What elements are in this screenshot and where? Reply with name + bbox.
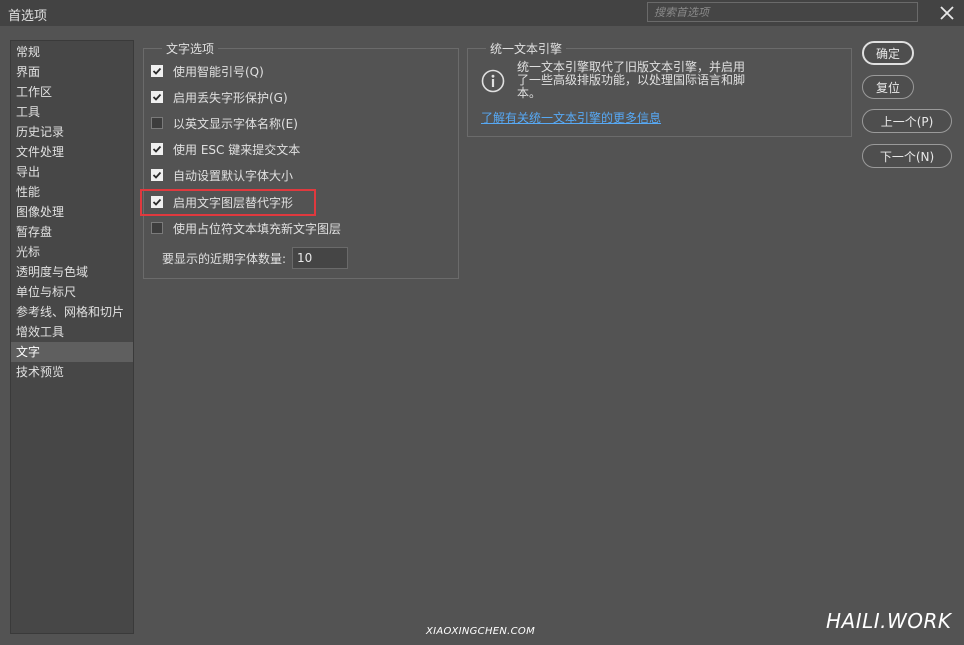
esc-commit-text-label: 使用 ESC 键来提交文本 — [173, 142, 301, 157]
text-engine-description: 统一文本引擎取代了旧版文本引擎，并启用 了一些高级排版功能，以处理国际语言和脚 … — [517, 61, 757, 100]
smart-quotes-label: 使用智能引号(Q) — [173, 64, 264, 79]
type-layer-alternate-glyphs-option[interactable]: 启用文字图层替代字形 — [151, 192, 293, 212]
sidebar-item-history-log[interactable]: 历史记录 — [11, 122, 133, 142]
checkmark-icon — [152, 145, 162, 153]
placeholder-text-checkbox[interactable] — [151, 222, 163, 234]
sidebar-item-plugins[interactable]: 增效工具 — [11, 322, 133, 342]
learn-more-link[interactable]: 了解有关统一文本引擎的更多信息 — [481, 109, 661, 126]
sidebar-item-technology-previews[interactable]: 技术预览 — [11, 362, 133, 382]
description-line: 了一些高级排版功能，以处理国际语言和脚 — [517, 73, 746, 87]
checkmark-icon — [152, 171, 162, 179]
next-button[interactable]: 下一个(N) — [862, 144, 952, 168]
auto-font-size-option[interactable]: 自动设置默认字体大小 — [151, 165, 293, 185]
sidebar-item-cursors[interactable]: 光标 — [11, 242, 133, 262]
watermark-large: HAILI.WORK — [826, 609, 952, 633]
unified-text-engine-legend: 统一文本引擎 — [490, 42, 563, 56]
window-title: 首选项 — [8, 9, 48, 24]
info-icon — [481, 69, 505, 93]
auto-font-size-checkbox[interactable] — [151, 169, 163, 181]
type-layer-alternate-glyphs-checkbox[interactable] — [151, 196, 163, 208]
sidebar-item-file-handling[interactable]: 文件处理 — [11, 142, 133, 162]
sidebar-item-workspace[interactable]: 工作区 — [11, 82, 133, 102]
type-options-legend: 文字选项 — [166, 42, 215, 56]
esc-commit-text-option[interactable]: 使用 ESC 键来提交文本 — [151, 139, 300, 159]
placeholder-text-label: 使用占位符文本填充新文字图层 — [173, 221, 342, 236]
missing-glyph-protection-option[interactable]: 启用丢失字形保护(G) — [151, 87, 288, 107]
checkmark-icon — [152, 93, 162, 101]
type-layer-alternate-glyphs-label: 启用文字图层替代字形 — [173, 195, 294, 210]
english-font-names-label: 以英文显示字体名称(E) — [173, 116, 298, 131]
checkmark-icon — [152, 198, 162, 206]
missing-glyph-protection-label: 启用丢失字形保护(G) — [173, 90, 288, 105]
ok-button[interactable]: 确定 — [862, 41, 914, 65]
title-bar: 首选项 — [0, 0, 964, 26]
sidebar-item-type[interactable]: 文字 — [11, 342, 133, 362]
auto-font-size-label: 自动设置默认字体大小 — [173, 168, 294, 183]
sidebar-item-scratch-disks[interactable]: 暂存盘 — [11, 222, 133, 242]
sidebar-item-units-rulers[interactable]: 单位与标尺 — [11, 282, 133, 302]
smart-quotes-checkbox[interactable] — [151, 65, 163, 77]
english-font-names-checkbox[interactable] — [151, 117, 163, 129]
recent-fonts-row: 要显示的近期字体数量: — [162, 247, 349, 269]
english-font-names-option[interactable]: 以英文显示字体名称(E) — [151, 113, 298, 133]
search-input[interactable] — [647, 2, 918, 22]
placeholder-text-option[interactable]: 使用占位符文本填充新文字图层 — [151, 218, 341, 238]
close-icon — [940, 6, 954, 20]
reset-button[interactable]: 复位 — [862, 75, 914, 99]
sidebar-item-transparency-gamut[interactable]: 透明度与色域 — [11, 262, 133, 282]
sidebar-item-export[interactable]: 导出 — [11, 162, 133, 182]
sidebar-item-image-processing[interactable]: 图像处理 — [11, 202, 133, 222]
watermark-small: XIAOXINGCHEN.COM — [426, 626, 536, 637]
description-line: 本。 — [517, 86, 542, 100]
close-button[interactable] — [936, 2, 958, 24]
sidebar-item-performance[interactable]: 性能 — [11, 182, 133, 202]
preferences-category-list: 常规 界面 工作区 工具 历史记录 文件处理 导出 性能 图像处理 暂存盘 光标… — [10, 40, 134, 634]
sidebar-item-guides-grid-slices[interactable]: 参考线、网格和切片 — [11, 302, 133, 322]
missing-glyph-protection-checkbox[interactable] — [151, 91, 163, 103]
sidebar-item-general[interactable]: 常规 — [11, 42, 133, 62]
smart-quotes-option[interactable]: 使用智能引号(Q) — [151, 61, 264, 81]
sidebar-item-tools[interactable]: 工具 — [11, 102, 133, 122]
sidebar-item-interface[interactable]: 界面 — [11, 62, 133, 82]
checkmark-icon — [152, 67, 162, 75]
previous-button[interactable]: 上一个(P) — [862, 109, 952, 133]
recent-fonts-count-input[interactable] — [292, 247, 349, 269]
esc-commit-text-checkbox[interactable] — [151, 143, 163, 155]
recent-fonts-label: 要显示的近期字体数量: — [162, 251, 287, 266]
